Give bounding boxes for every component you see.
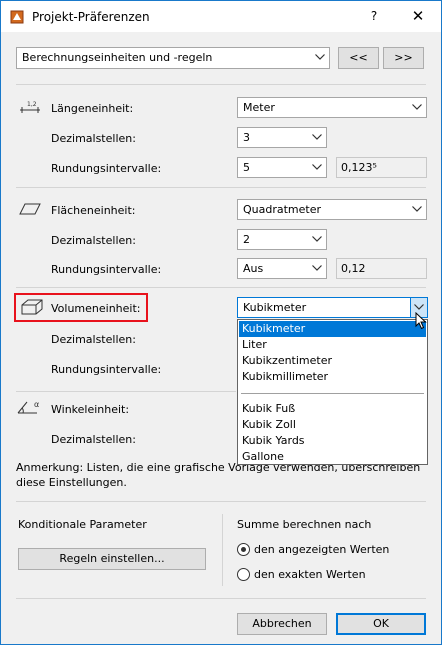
area-unit-select[interactable]: Quadratmeter	[237, 199, 427, 220]
mouse-cursor-icon	[415, 312, 427, 330]
chevron-down-icon	[312, 48, 329, 67]
area-icon	[19, 203, 41, 215]
divider	[16, 84, 426, 85]
angle-unit-label: Winkeleinheit:	[51, 403, 130, 416]
volume-unit-label: Volumeneinheit:	[51, 302, 141, 315]
angle-icon: α	[17, 400, 39, 414]
area-unit-value: Quadratmeter	[243, 203, 322, 216]
length-icon-text: 1,2	[27, 101, 37, 108]
preferences-dialog: Projekt-Präferenzen ? ✕ Berechnungseinhe…	[0, 0, 442, 645]
volume-rounding-label: Rundungsintervalle:	[51, 363, 162, 376]
window-title: Projekt-Präferenzen	[32, 10, 150, 24]
radio-exact-label: den exakten Werten	[254, 568, 366, 581]
option-gallone[interactable]: Gallone	[239, 449, 426, 465]
area-decimals-label: Dezimalstellen:	[51, 234, 136, 247]
area-rounding-value: Aus	[243, 262, 264, 275]
option-liter[interactable]: Liter	[239, 337, 426, 353]
option-kubikmeter[interactable]: Kubikmeter	[239, 321, 426, 337]
length-unit-value: Meter	[243, 101, 275, 114]
page-select-value: Berechnungseinheiten und -regeln	[22, 51, 213, 64]
chevron-down-icon	[409, 200, 426, 219]
divider	[16, 501, 426, 502]
area-rounding-preview: 0,12	[336, 258, 427, 279]
area-unit-label: Flächeneinheit:	[51, 204, 136, 217]
previous-page-button[interactable]: <<	[338, 47, 379, 69]
chevron-down-icon	[309, 230, 326, 249]
chevron-down-icon	[409, 98, 426, 117]
divider	[16, 598, 426, 599]
divider	[16, 187, 426, 188]
close-button[interactable]: ✕	[401, 5, 435, 27]
next-page-button[interactable]: >>	[383, 47, 424, 69]
divider	[16, 287, 426, 288]
area-decimals-select[interactable]: 2	[237, 229, 327, 250]
option-kubik-fuss[interactable]: Kubik Fuß	[239, 401, 426, 417]
area-rounding-select[interactable]: Aus	[237, 258, 327, 279]
angle-icon-text: α	[34, 400, 39, 409]
length-rounding-label: Rundungsintervalle:	[51, 162, 162, 175]
sum-heading: Summe berechnen nach	[237, 518, 372, 531]
option-kubik-yards[interactable]: Kubik Yards	[239, 433, 426, 449]
length-unit-label: Längeneinheit:	[51, 102, 134, 115]
vertical-divider	[222, 514, 223, 586]
radio-displayed-values[interactable]	[237, 543, 250, 556]
radio-exact-values[interactable]	[237, 568, 250, 581]
length-decimals-value: 3	[243, 131, 250, 144]
length-decimals-label: Dezimalstellen:	[51, 132, 136, 145]
area-rounding-label: Rundungsintervalle:	[51, 263, 162, 276]
length-rounding-value: 5	[243, 161, 250, 174]
length-decimals-select[interactable]: 3	[237, 127, 327, 148]
ok-button[interactable]: OK	[336, 613, 426, 635]
option-kubikmillimeter[interactable]: Kubikmillimeter	[239, 369, 426, 385]
divider	[16, 391, 236, 392]
length-rounding-select[interactable]: 5	[237, 157, 327, 178]
length-rounding-preview: 0,123⁵	[336, 157, 427, 178]
option-kubikzentimeter[interactable]: Kubikzentimeter	[239, 353, 426, 369]
volume-unit-value: Kubikmeter	[243, 301, 307, 314]
chevron-down-icon	[309, 158, 326, 177]
volume-decimals-label: Dezimalstellen:	[51, 333, 136, 346]
cancel-button[interactable]: Abbrechen	[237, 613, 327, 635]
chevron-down-icon	[309, 128, 326, 147]
radio-selected-dot	[241, 547, 246, 552]
chevron-down-icon	[309, 259, 326, 278]
volume-unit-dropdown[interactable]: Kubikmeter Liter Kubikzentimeter Kubikmi…	[237, 319, 428, 465]
dropdown-separator	[241, 393, 424, 394]
area-decimals-value: 2	[243, 233, 250, 246]
rules-button[interactable]: Regeln einstellen...	[18, 548, 206, 570]
radio-displayed-label: den angezeigten Werten	[254, 543, 390, 556]
length-unit-select[interactable]: Meter	[237, 97, 427, 118]
conditional-heading: Konditionale Parameter	[18, 518, 147, 531]
page-select[interactable]: Berechnungseinheiten und -regeln	[16, 47, 330, 69]
app-icon	[10, 10, 24, 24]
length-icon: 1,2	[20, 101, 40, 113]
title-bar: Projekt-Präferenzen ? ✕	[1, 1, 441, 32]
volume-icon	[21, 299, 43, 315]
help-button[interactable]: ?	[363, 5, 385, 27]
angle-decimals-label: Dezimalstellen:	[51, 433, 136, 446]
option-kubik-zoll[interactable]: Kubik Zoll	[239, 417, 426, 433]
volume-unit-select[interactable]: Kubikmeter	[237, 297, 428, 318]
